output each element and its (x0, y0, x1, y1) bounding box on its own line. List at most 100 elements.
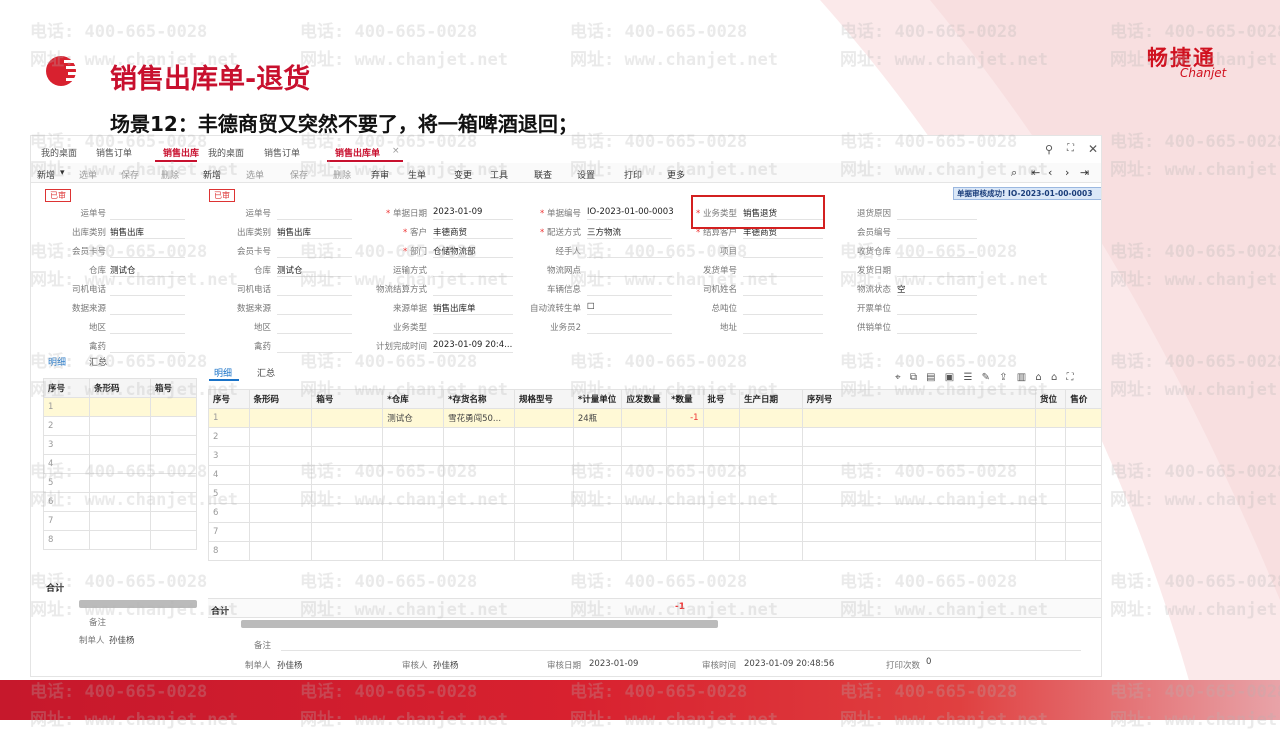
cell[interactable] (150, 416, 197, 436)
cell[interactable] (621, 408, 668, 428)
grid-header[interactable]: 箱号 (311, 389, 384, 409)
toolbar-save-button-2[interactable]: 保存 (290, 168, 308, 181)
cell[interactable] (621, 446, 668, 466)
toolbar-new-button[interactable]: 新增 (37, 168, 55, 181)
grid-header[interactable]: 序列号 (801, 389, 1036, 409)
left-field-value[interactable] (110, 245, 185, 258)
toolbar-tools-button[interactable]: 工具 (490, 168, 508, 181)
cell[interactable] (150, 530, 197, 550)
cell[interactable] (248, 484, 313, 504)
table-row[interactable]: 3 (208, 446, 1101, 466)
cell[interactable] (311, 484, 384, 504)
field-value[interactable] (277, 321, 352, 334)
toolbar-change-button[interactable]: 变更 (454, 168, 472, 181)
toolbar-generate-button[interactable]: 生单 (408, 168, 426, 181)
field-value[interactable]: 2023-01-09 20:4... (433, 340, 513, 353)
cell[interactable]: -1 (666, 408, 704, 428)
cell[interactable] (702, 465, 741, 485)
cell[interactable] (88, 435, 152, 455)
field-value[interactable] (897, 245, 977, 258)
cell[interactable]: 雪花勇闯50... (443, 408, 516, 428)
cell[interactable] (1034, 465, 1067, 485)
fullscreen-icon[interactable]: ⛶ (1066, 372, 1073, 383)
toolbar-select-button-2[interactable]: 选单 (246, 168, 264, 181)
cell[interactable] (443, 484, 516, 504)
grid-header[interactable]: 条形码 (248, 389, 313, 409)
cell[interactable] (248, 522, 313, 542)
delete-row-icon[interactable]: ▣ (945, 372, 954, 383)
table-row[interactable]: 6 (43, 492, 197, 512)
toolbar-delete-button-2[interactable]: 删除 (333, 168, 351, 181)
toolbar-select-button[interactable]: 选单 (79, 168, 97, 181)
cell[interactable] (666, 522, 704, 542)
cell[interactable] (1065, 522, 1101, 542)
cell[interactable] (382, 541, 445, 561)
cell[interactable] (621, 541, 668, 561)
cell[interactable] (311, 541, 384, 561)
cell[interactable] (514, 503, 574, 523)
cell[interactable] (88, 416, 152, 436)
cell[interactable] (1034, 522, 1067, 542)
cell[interactable] (88, 473, 152, 493)
cell[interactable] (621, 503, 668, 523)
toolbar-more-button[interactable]: 更多 (667, 168, 685, 181)
cell[interactable] (248, 408, 313, 428)
left-field-value[interactable] (110, 340, 185, 353)
cell[interactable] (382, 427, 445, 447)
table-row[interactable]: 1 测试仓 雪花勇闯50... 24瓶 -1 (208, 408, 1101, 428)
cell[interactable] (702, 484, 741, 504)
copy-row-icon[interactable]: ⧉ (910, 372, 917, 383)
batch-icon[interactable]: ☰ (963, 372, 972, 383)
tab-desktop-2[interactable]: 我的桌面 (208, 146, 244, 159)
field-value[interactable] (277, 302, 352, 315)
cell[interactable] (514, 522, 574, 542)
cell[interactable] (739, 541, 803, 561)
field-value[interactable] (897, 302, 977, 315)
search-icon[interactable]: ⚲ (1045, 143, 1053, 156)
locate-icon[interactable]: ⌖ (895, 372, 901, 383)
left-grid-header[interactable]: 序号 (43, 378, 90, 398)
cell[interactable] (382, 522, 445, 542)
cell[interactable] (572, 541, 623, 561)
tab-summary[interactable]: 汇总 (257, 366, 275, 379)
left-scrollbar[interactable] (79, 600, 197, 608)
cell[interactable] (621, 465, 668, 485)
cell[interactable] (311, 522, 384, 542)
tab-detail-left[interactable]: 明细 (48, 355, 66, 368)
field-value[interactable] (897, 264, 977, 277)
cell[interactable] (739, 484, 803, 504)
cell[interactable] (514, 427, 574, 447)
cell[interactable] (739, 465, 803, 485)
field-value[interactable] (277, 207, 352, 220)
cell[interactable] (150, 492, 197, 512)
cell[interactable] (739, 446, 803, 466)
field-value[interactable] (897, 207, 977, 220)
cell[interactable] (666, 503, 704, 523)
left-field-value[interactable] (110, 207, 185, 220)
cell[interactable] (443, 503, 516, 523)
cell[interactable] (88, 454, 152, 474)
cell[interactable] (150, 454, 197, 474)
cell[interactable] (801, 446, 1036, 466)
cell[interactable] (382, 465, 445, 485)
cell[interactable] (443, 465, 516, 485)
left-field-value[interactable]: 测试仓 (110, 264, 185, 277)
tab-close-icon[interactable]: × (392, 146, 400, 156)
tab-detail[interactable]: 明细 (214, 366, 232, 379)
cell[interactable] (514, 465, 574, 485)
field-value[interactable] (277, 245, 352, 258)
cell[interactable] (702, 503, 741, 523)
export-icon[interactable]: ⇪ (999, 372, 1007, 383)
table-row[interactable]: 6 (208, 503, 1101, 523)
grid-header[interactable]: *存货名称 (443, 389, 516, 409)
left-field-value[interactable] (110, 283, 185, 296)
cell[interactable] (150, 511, 197, 531)
grid-header[interactable]: *计量单位 (572, 389, 623, 409)
cell[interactable] (801, 541, 1036, 561)
cell[interactable] (150, 473, 197, 493)
field-value[interactable]: 空 (897, 283, 977, 296)
cell[interactable] (801, 503, 1036, 523)
last-page-icon[interactable]: ⇥ (1080, 166, 1089, 179)
cell[interactable] (1065, 446, 1101, 466)
table-row[interactable]: 5 (43, 473, 197, 493)
